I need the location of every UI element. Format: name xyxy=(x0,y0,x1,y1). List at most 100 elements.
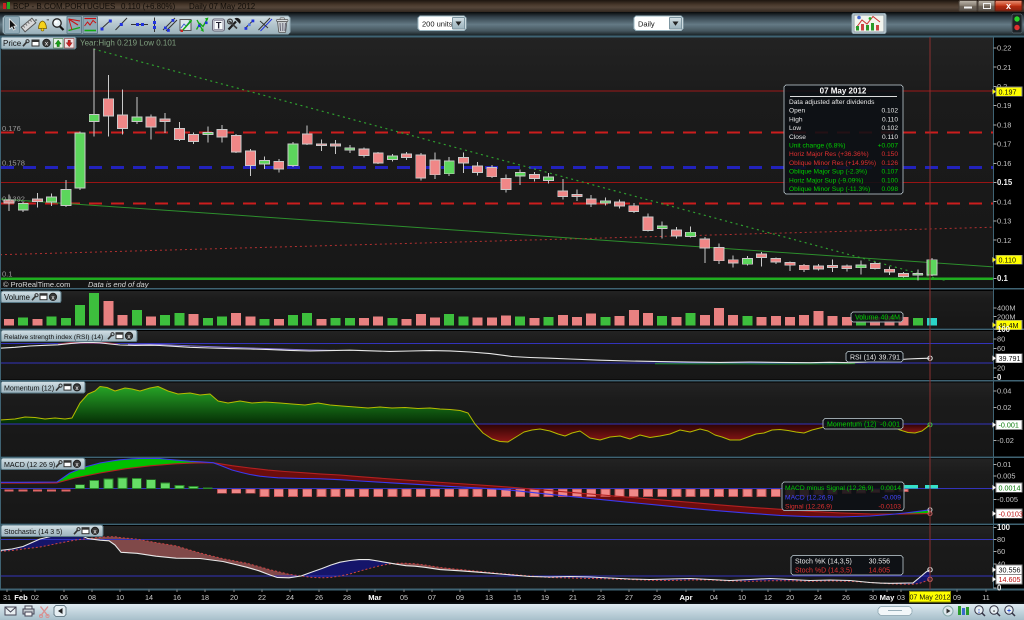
svg-text:39.791: 39.791 xyxy=(879,354,901,361)
svg-text:Close: Close xyxy=(789,134,806,141)
svg-text:02: 02 xyxy=(31,593,39,602)
svg-text:-0.001: -0.001 xyxy=(999,421,1019,430)
svg-text:31: 31 xyxy=(3,593,11,602)
svg-text:29: 29 xyxy=(653,593,661,602)
svg-text:20: 20 xyxy=(230,593,238,602)
svg-text:10: 10 xyxy=(738,593,746,602)
svg-text:Daily 07 May 2012: Daily 07 May 2012 xyxy=(189,2,256,11)
svg-text:0.176: 0.176 xyxy=(2,124,21,133)
svg-text:Signal (12,26,9): Signal (12,26,9) xyxy=(785,504,832,511)
svg-text:14.605: 14.605 xyxy=(999,575,1021,584)
svg-text:Daily: Daily xyxy=(638,20,655,29)
svg-text:RSI (14): RSI (14) xyxy=(850,354,876,361)
svg-text:Unit change (6.8%): Unit change (6.8%) xyxy=(789,143,845,150)
svg-text:0.13: 0.13 xyxy=(997,217,1011,226)
svg-text:May: May xyxy=(880,593,896,602)
svg-text:28: 28 xyxy=(343,593,351,602)
svg-text:0.102: 0.102 xyxy=(881,108,898,115)
svg-text:19: 19 xyxy=(541,593,549,602)
svg-text:0.16: 0.16 xyxy=(997,159,1011,168)
svg-text:Year:High 0.219 Low 0.101: Year:High 0.219 Low 0.101 xyxy=(80,39,177,48)
svg-text:Momentum (12): Momentum (12) xyxy=(827,421,876,428)
svg-text:Horiz Major Sup (-9.09%): Horiz Major Sup (-9.09%) xyxy=(789,177,863,184)
svg-text:High: High xyxy=(789,116,803,123)
svg-text:Data adjusted after dividends: Data adjusted after dividends xyxy=(789,99,875,106)
svg-text:0.005: 0.005 xyxy=(997,472,1016,481)
svg-text:+: + xyxy=(1007,608,1011,615)
svg-text:0.12: 0.12 xyxy=(997,236,1011,245)
svg-text:BCP - B.COM.PORTUGUES: BCP - B.COM.PORTUGUES xyxy=(13,2,115,11)
svg-text:0.21: 0.21 xyxy=(997,63,1011,72)
svg-text:30.556: 30.556 xyxy=(999,566,1021,575)
svg-text:21: 21 xyxy=(569,593,577,602)
svg-text:0: 0 xyxy=(997,584,1002,593)
svg-text:0.110: 0.110 xyxy=(882,134,898,141)
svg-text:Oblique Minor Sup (-11.3%): Oblique Minor Sup (-11.3%) xyxy=(789,186,870,193)
svg-text:-0.005: -0.005 xyxy=(997,495,1018,504)
svg-text:Mar: Mar xyxy=(368,593,382,602)
svg-text:Momentum (12): Momentum (12) xyxy=(4,384,54,392)
svg-text:Oblique Major Sup (-2.3%): Oblique Major Sup (-2.3%) xyxy=(789,169,867,176)
svg-text:MACD minus Signal (12,26,9): MACD minus Signal (12,26,9) xyxy=(785,485,873,492)
svg-text:0.100: 0.100 xyxy=(881,177,898,184)
svg-text:39.791: 39.791 xyxy=(999,354,1021,363)
svg-text:26: 26 xyxy=(842,593,850,602)
svg-text:Stochastic (14 3 5): Stochastic (14 3 5) xyxy=(4,529,62,536)
svg-text:+0.007: +0.007 xyxy=(878,143,899,150)
svg-text:Volume: Volume xyxy=(855,315,878,322)
svg-text:11: 11 xyxy=(982,593,989,602)
svg-text:0.197: 0.197 xyxy=(999,87,1017,96)
svg-text:0.110: 0.110 xyxy=(999,256,1016,265)
svg-text:0.150: 0.150 xyxy=(881,151,898,158)
svg-text:30.556: 30.556 xyxy=(869,558,891,565)
svg-text:Stoch %K (14,3,5): Stoch %K (14,3,5) xyxy=(795,558,852,565)
svg-text:0.17: 0.17 xyxy=(997,140,1011,149)
svg-text:0.02: 0.02 xyxy=(997,403,1011,412)
svg-text:100: 100 xyxy=(997,325,1011,334)
svg-text:0.1578: 0.1578 xyxy=(2,159,25,168)
svg-text:07 May 2012: 07 May 2012 xyxy=(909,593,950,601)
svg-text:Feb: Feb xyxy=(14,593,28,602)
svg-text:MACD (12,26,9): MACD (12,26,9) xyxy=(785,494,833,501)
svg-text:0.102: 0.102 xyxy=(881,125,898,132)
svg-text:14: 14 xyxy=(145,593,153,602)
svg-text:-0.001: -0.001 xyxy=(880,421,900,428)
svg-text:40.4M: 40.4M xyxy=(881,315,901,322)
svg-text:0: 0 xyxy=(997,373,1002,382)
svg-text:Stoch %D (14,3,5): Stoch %D (14,3,5) xyxy=(795,568,852,575)
svg-text:60: 60 xyxy=(997,547,1005,556)
svg-text:04: 04 xyxy=(710,593,718,602)
svg-text:13: 13 xyxy=(485,593,493,602)
svg-text:07: 07 xyxy=(428,593,436,602)
svg-text:Volume: Volume xyxy=(4,293,30,302)
svg-text:24: 24 xyxy=(814,593,822,602)
svg-text:Relative strength index (RSI): Relative strength index (RSI) (14) xyxy=(4,334,103,341)
svg-text:0.14: 0.14 xyxy=(997,197,1011,206)
svg-text:x: x xyxy=(1006,1,1011,11)
svg-text:Open: Open xyxy=(789,108,805,115)
svg-text:Price: Price xyxy=(3,39,22,48)
svg-text:09: 09 xyxy=(456,593,464,602)
svg-text:27: 27 xyxy=(625,593,633,602)
svg-text:07 May 2012: 07 May 2012 xyxy=(820,87,867,96)
svg-text:24: 24 xyxy=(286,593,294,602)
svg-text:0.126: 0.126 xyxy=(881,160,898,167)
svg-text:14.605: 14.605 xyxy=(869,568,891,575)
svg-text:06: 06 xyxy=(60,593,68,602)
svg-text:16: 16 xyxy=(173,593,181,602)
svg-text:08: 08 xyxy=(88,593,96,602)
svg-text:05: 05 xyxy=(400,593,408,602)
svg-text:20: 20 xyxy=(997,363,1005,372)
svg-text:-0.009: -0.009 xyxy=(882,494,901,501)
svg-text:0.0014: 0.0014 xyxy=(881,485,902,492)
svg-text:0.110: 0.110 xyxy=(882,116,898,123)
svg-text:80: 80 xyxy=(997,334,1005,343)
svg-text:-0.0103: -0.0103 xyxy=(999,509,1023,518)
svg-text:0.15: 0.15 xyxy=(997,178,1013,187)
svg-text:Horiz Major Res (+36.36%): Horiz Major Res (+36.36%) xyxy=(789,151,869,158)
svg-text:20: 20 xyxy=(786,593,794,602)
svg-text:26: 26 xyxy=(315,593,323,602)
svg-text:15: 15 xyxy=(513,593,521,602)
svg-text:0.19: 0.19 xyxy=(997,101,1011,110)
svg-text:18: 18 xyxy=(201,593,209,602)
